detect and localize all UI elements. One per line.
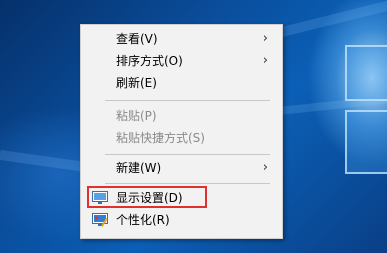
menu-item-label: 排序方式(O) <box>116 54 183 68</box>
menu-item-label: 个性化(R) <box>116 213 170 227</box>
menu-item-label: 刷新(E) <box>116 76 157 90</box>
menu-item-refresh[interactable]: 刷新(E) <box>81 72 282 94</box>
highlight-annotation-box <box>87 186 207 208</box>
menu-item-label: 粘贴(P) <box>116 109 157 123</box>
chevron-right-icon: › <box>262 53 268 68</box>
chevron-right-icon: › <box>262 31 268 46</box>
wallpaper-window-pane <box>345 45 387 101</box>
menu-item-label: 查看(V) <box>116 32 158 46</box>
menu-item-paste-shortcut: 粘贴快捷方式(S) <box>81 127 282 149</box>
menu-item-personalize[interactable]: 个性化(R) <box>81 209 282 231</box>
menu-item-new[interactable]: 新建(W) › <box>81 157 282 179</box>
menu-item-sort-by[interactable]: 排序方式(O) › <box>81 50 282 72</box>
menu-item-label: 粘贴快捷方式(S) <box>116 131 205 145</box>
menu-separator <box>105 183 270 184</box>
chevron-right-icon: › <box>262 160 268 175</box>
wallpaper-window-pane <box>345 110 387 174</box>
menu-item-paste: 粘贴(P) <box>81 105 282 127</box>
menu-separator <box>105 154 270 155</box>
menu-separator <box>105 100 270 101</box>
menu-item-label: 新建(W) <box>116 161 162 175</box>
menu-item-view[interactable]: 查看(V) › <box>81 28 282 50</box>
personalize-icon <box>92 212 108 227</box>
